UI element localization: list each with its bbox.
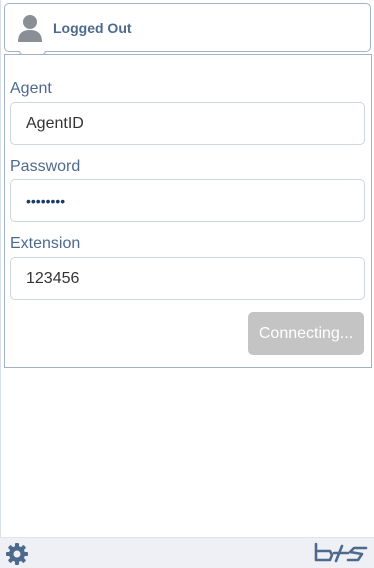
connect-button[interactable]: Connecting... [248,312,364,355]
extension-label: Extension [10,235,81,252]
gear-icon[interactable] [5,542,29,566]
user-icon [18,15,42,42]
bluecube-logo-icon [314,542,368,563]
agent-label: Agent [10,80,52,97]
agent-status-header[interactable]: Logged Out [4,3,371,66]
agent-status-text: Logged Out [53,20,132,36]
password-input[interactable] [10,179,365,222]
password-label: Password [10,158,81,175]
agent-id-input[interactable] [10,102,365,145]
extension-input[interactable] [10,257,365,300]
